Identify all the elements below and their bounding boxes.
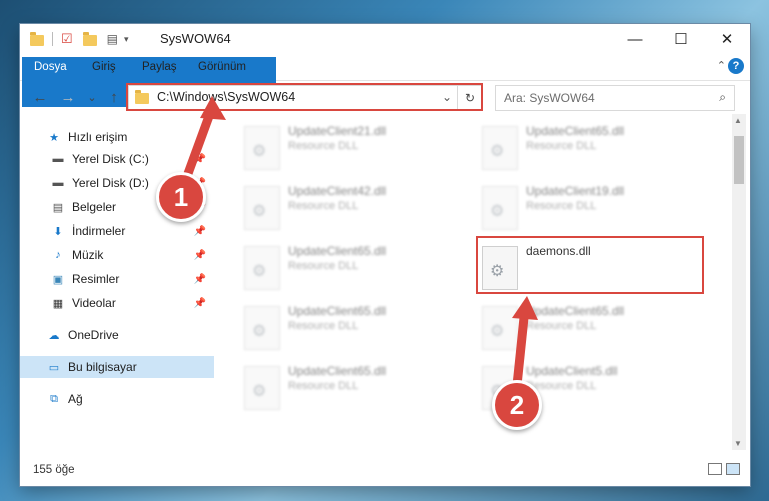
callout-2: 2 <box>492 380 542 430</box>
callout-1: 1 <box>156 172 206 222</box>
arrow-1-head <box>200 96 226 120</box>
annotation-arrows <box>177 96 538 396</box>
arrow-2-head <box>512 296 538 320</box>
